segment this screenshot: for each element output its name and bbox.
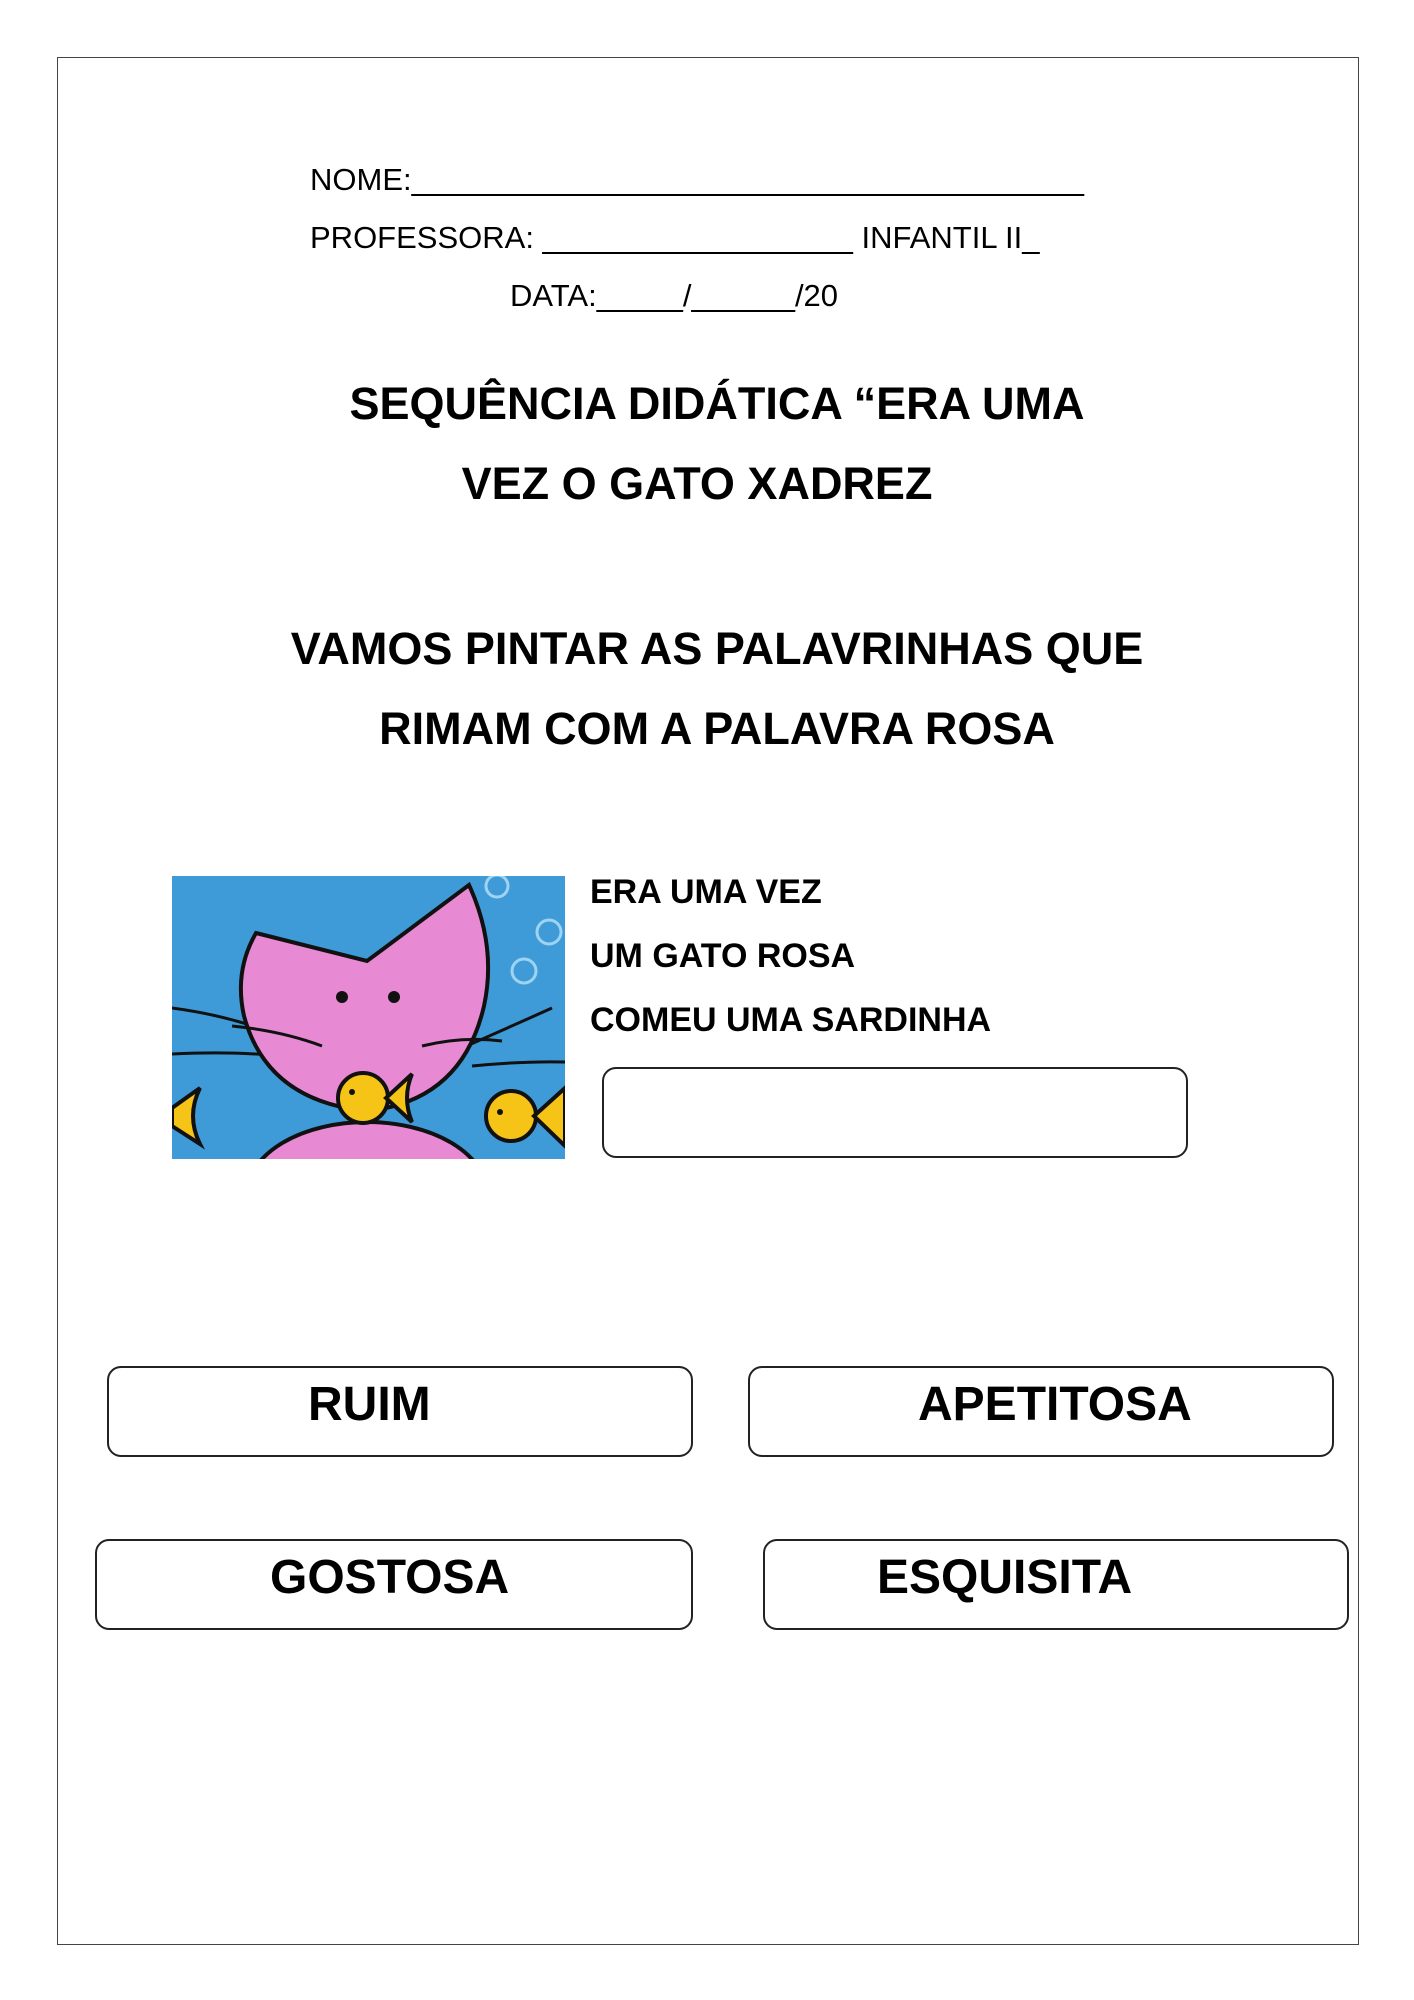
verse-line: COMEU UMA SARDINHA [590,1001,992,1039]
date-field-line[interactable]: DATA:_____/______/20 [510,278,838,314]
title-line-1: SEQUÊNCIA DIDÁTICA “ERA UMA [349,378,1085,429]
pink-cat-illustration [172,876,565,1159]
teacher-field-line[interactable]: PROFESSORA: __________________ INFANTIL … [310,220,1040,256]
word-label: ESQUISITA [877,1551,1133,1604]
title-line-2: VEZ O GATO XADREZ [461,458,933,509]
yellow-fish-icon [484,1085,565,1149]
word-label: APETITOSA [918,1378,1192,1431]
verse-line: ERA UMA VEZ [590,873,822,911]
instruction-line-2: RIMAM COM A PALAVRA ROSA [379,703,1055,754]
instruction-line-1: VAMOS PINTAR AS PALAVRINHAS QUE [290,623,1144,674]
word-label: GOSTOSA [270,1551,510,1604]
answer-box[interactable] [602,1067,1188,1158]
name-field-line[interactable]: NOME:___________________________________… [310,162,1084,198]
word-label: RUIM [308,1378,431,1431]
verse-line: UM GATO ROSA [590,937,856,975]
